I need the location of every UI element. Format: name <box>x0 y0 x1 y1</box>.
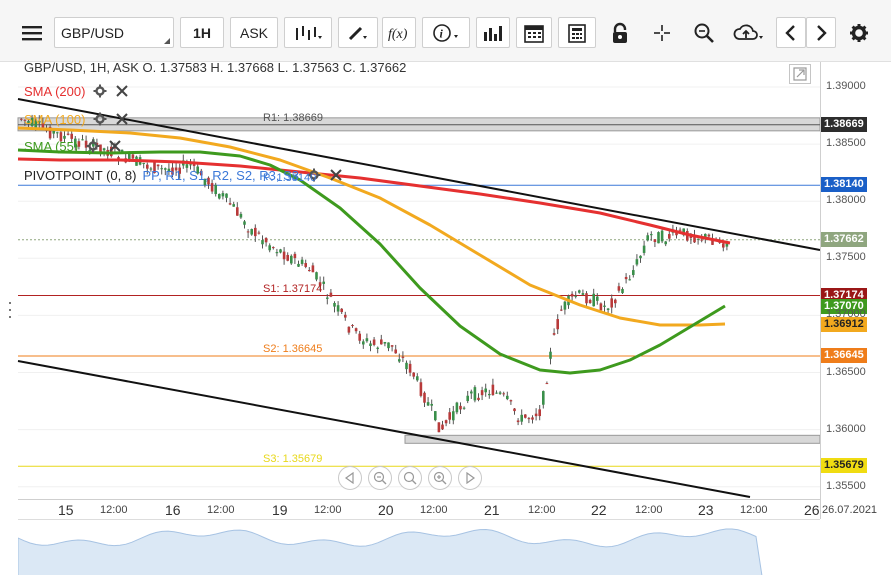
time-navigator[interactable] <box>17 519 820 575</box>
gear-icon[interactable] <box>85 84 107 99</box>
close-icon[interactable] <box>321 168 343 183</box>
pivot-price-tag: 1.35679 <box>821 458 867 474</box>
expand-button[interactable] <box>789 64 811 84</box>
arrow-left-icon <box>344 472 354 484</box>
date-tick-label: 19 <box>272 502 288 518</box>
gear-icon[interactable] <box>78 139 100 154</box>
pivot-price-tag: 1.38140 <box>821 177 867 193</box>
indicator-legend-item[interactable]: SMA (100) <box>24 112 129 127</box>
ohlc-readout: GBP/USD, 1H, ASK O. 1.37583 H. 1.37668 L… <box>24 60 407 75</box>
time-tick-label: 12:00 <box>207 504 235 516</box>
pivot-price-tag: 1.36645 <box>821 347 867 363</box>
price-tick-label: 1.37000 <box>826 308 866 321</box>
pivot-label: P: 1.38140 <box>263 172 317 185</box>
close-icon[interactable] <box>107 84 129 99</box>
indicator-name: SMA (55) <box>24 139 79 154</box>
pivot-label: S1: 1.37174 <box>263 282 323 295</box>
indicator-name: SMA (100) <box>24 112 86 127</box>
pan-left-button[interactable] <box>338 466 362 490</box>
arrow-right-icon <box>466 472 476 484</box>
date-tick-label: 23 <box>698 502 714 518</box>
date-tick-label: 22 <box>591 502 607 518</box>
time-tick-label: 12:00 <box>100 504 128 516</box>
time-tick-label: 12:00 <box>635 504 663 516</box>
support-zone <box>404 434 821 444</box>
candle <box>437 422 441 433</box>
price-tick-label: 1.37500 <box>826 251 866 264</box>
indicator-name: SMA (200) <box>24 84 86 99</box>
indicator-legend-item[interactable]: SMA (200) <box>24 84 129 99</box>
date-tick-label: 15 <box>58 502 74 518</box>
panel-resize-handle[interactable] <box>8 300 14 320</box>
time-tick-label: 12:00 <box>420 504 448 516</box>
time-tick-label: 12:00 <box>528 504 556 516</box>
candle <box>434 410 437 422</box>
time-tick-label: 12:00 <box>740 504 768 516</box>
time-tick-label: 12:00 <box>314 504 342 516</box>
current-price-tag: 1.37662 <box>821 231 867 247</box>
close-icon[interactable] <box>107 112 129 127</box>
price-tick-label: 1.38500 <box>826 137 866 150</box>
close-icon[interactable] <box>100 139 122 154</box>
reset-zoom-button[interactable] <box>398 466 422 490</box>
indicator-name: PIVOTPOINT (0, 8) <box>24 168 137 183</box>
candle <box>290 254 293 265</box>
zoom-controls <box>338 466 502 490</box>
price-tick-label: 1.36000 <box>826 422 866 435</box>
candle <box>657 231 660 244</box>
gear-icon[interactable] <box>85 112 107 127</box>
price-tick-label: 1.35500 <box>826 479 866 492</box>
date-tick-label: 16 <box>165 502 181 518</box>
indicator-legend-item[interactable]: SMA (55) <box>24 139 122 154</box>
pivot-label: S2: 1.36645 <box>263 342 323 355</box>
time-tick-label: 26.07.2021 <box>822 504 878 516</box>
candle <box>473 385 477 403</box>
navigator-chart <box>17 528 763 575</box>
price-tick-label: 1.38000 <box>826 194 866 207</box>
date-tick-label: 26 <box>804 502 820 518</box>
pivot-price-tag: 1.38669 <box>821 116 867 132</box>
price-tick-label: 1.39000 <box>826 80 866 92</box>
expand-icon <box>793 67 807 81</box>
zoom-in-button[interactable] <box>428 466 452 490</box>
zoom-in-icon <box>433 471 447 485</box>
reset-zoom-icon <box>403 471 417 485</box>
zoom-out-icon <box>373 471 387 485</box>
pivot-label: R1: 1.38669 <box>263 111 323 124</box>
pivot-label: S3: 1.35679 <box>263 453 323 466</box>
date-tick-label: 20 <box>378 502 394 518</box>
price-tick-label: 1.36500 <box>826 365 866 378</box>
zoom-out-button[interactable] <box>368 466 392 490</box>
pan-right-button[interactable] <box>458 466 482 490</box>
date-tick-label: 21 <box>484 502 500 518</box>
